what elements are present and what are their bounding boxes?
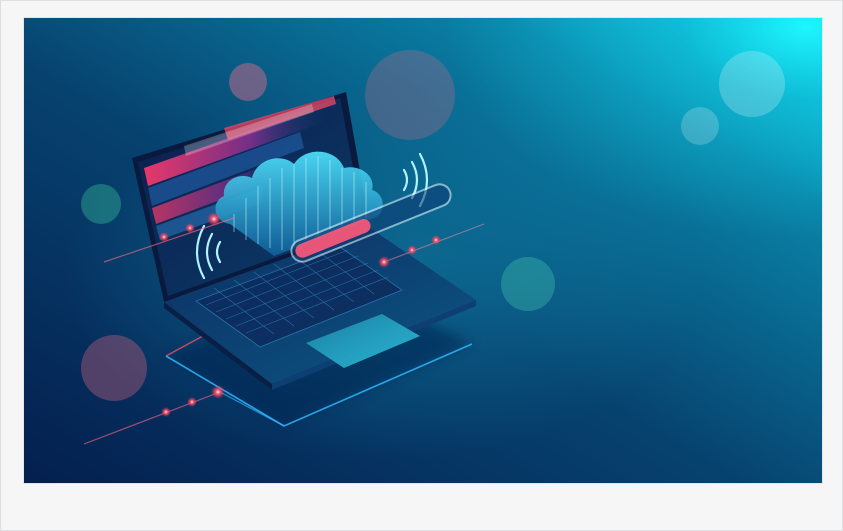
image-card [0, 0, 843, 531]
cloud-laptop-illustration [23, 17, 823, 484]
